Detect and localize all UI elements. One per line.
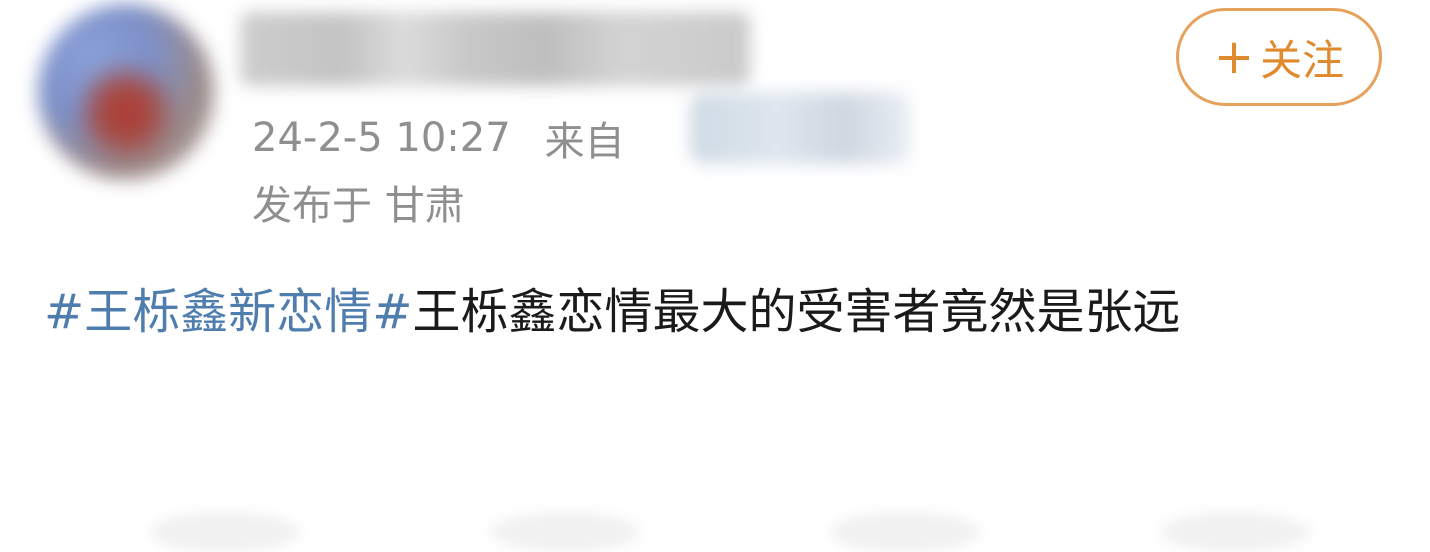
action-bar-shadow bbox=[150, 512, 300, 552]
action-bar-shadow bbox=[1160, 512, 1310, 552]
action-bar-shadow bbox=[830, 512, 980, 552]
post-meta: 24-2-5 10:27 来自 bbox=[252, 110, 625, 166]
post-timestamp: 24-2-5 10:27 bbox=[252, 115, 511, 161]
source-prefix: 来自 bbox=[544, 119, 625, 165]
follow-button-label: 关注 bbox=[1260, 35, 1345, 85]
avatar[interactable] bbox=[38, 4, 214, 180]
source-device-blurred bbox=[690, 92, 910, 164]
post-text: 王栎鑫恋情最大的受害者竟然是张远 bbox=[412, 284, 1181, 340]
plus-icon: + bbox=[1213, 29, 1255, 85]
follow-button[interactable]: + 关注 bbox=[1176, 8, 1382, 106]
username-blurred[interactable] bbox=[240, 12, 750, 86]
post-content: #王栎鑫新恋情#王栎鑫恋情最大的受害者竟然是张远 bbox=[44, 270, 1394, 354]
post-location: 发布于 甘肃 bbox=[252, 183, 465, 229]
hashtag-link[interactable]: #王栎鑫新恋情# bbox=[44, 284, 412, 340]
weibo-post: 24-2-5 10:27 来自 发布于 甘肃 + 关注 #王栎鑫新恋情#王栎鑫恋… bbox=[0, 0, 1430, 552]
action-bar-shadow bbox=[490, 512, 640, 552]
